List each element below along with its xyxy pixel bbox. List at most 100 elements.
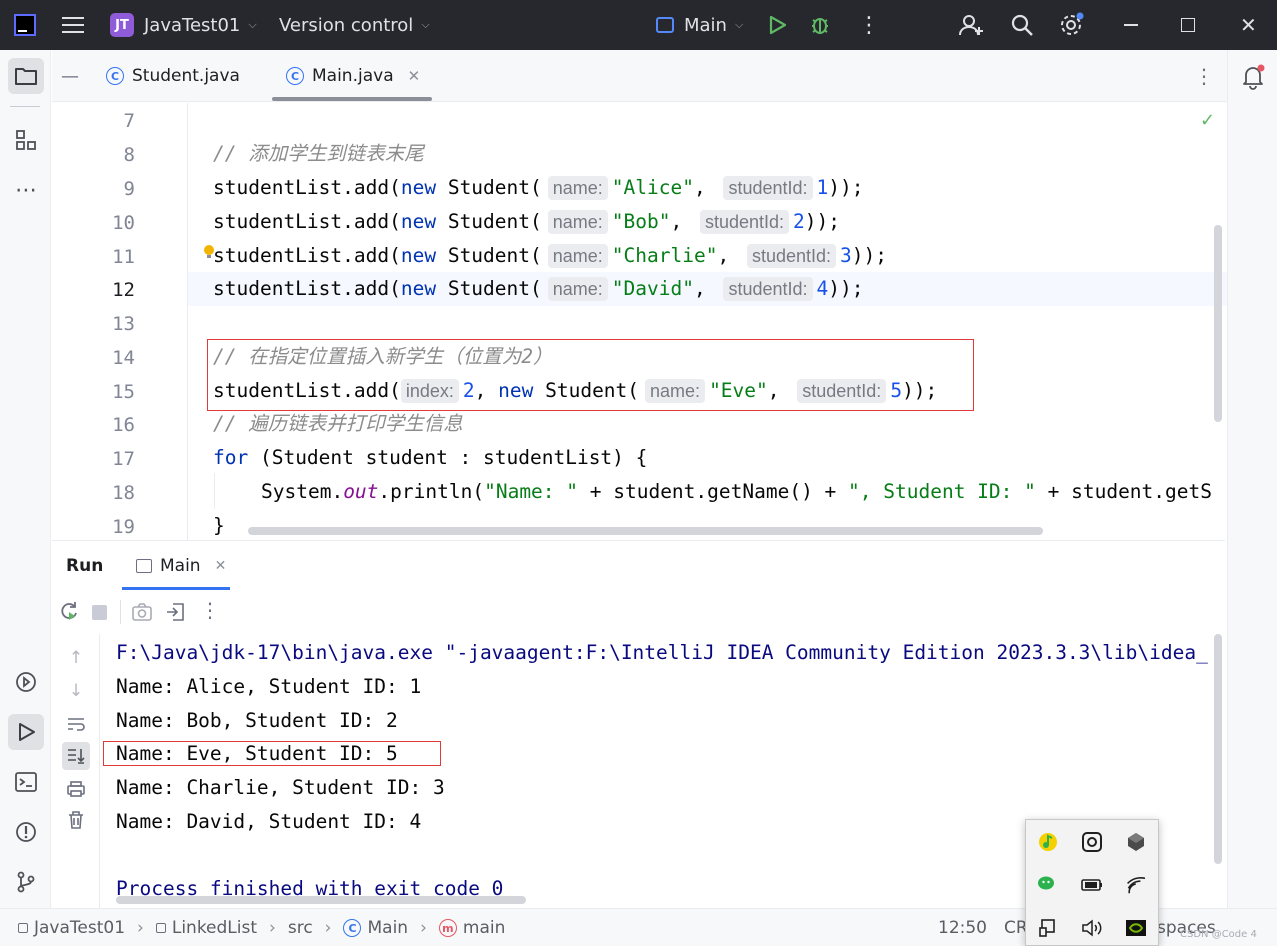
terminal-icon[interactable] — [8, 764, 44, 800]
string-literal: "Name: " — [484, 480, 579, 503]
class-icon: C — [286, 67, 304, 85]
git-icon[interactable] — [8, 864, 44, 900]
breadcrumb-item[interactable]: JavaTest01 — [34, 918, 125, 938]
exit-icon[interactable] — [165, 602, 185, 627]
app-cube-icon[interactable] — [1116, 822, 1156, 862]
code-token: Student( — [447, 244, 542, 267]
services-icon[interactable] — [8, 664, 44, 700]
more-actions-icon[interactable]: ⋮ — [200, 598, 220, 622]
minimize-icon[interactable] — [1124, 0, 1138, 50]
editor-vertical-scrollbar[interactable] — [1214, 225, 1222, 422]
tab-options-icon[interactable]: ⋮ — [1194, 50, 1214, 102]
wifi-icon[interactable] — [1116, 865, 1156, 905]
param-hint: name: — [547, 210, 608, 234]
rerun-icon[interactable] — [58, 600, 80, 627]
run-tab-main[interactable]: Main ✕ — [136, 541, 226, 591]
play-icon — [769, 15, 787, 35]
trash-icon[interactable] — [64, 808, 88, 832]
vcs-selector[interactable]: Version control ⌵ — [279, 0, 430, 50]
tab-main-java[interactable]: C Main.java ✕ — [286, 50, 420, 102]
code-token: studentList — [213, 244, 343, 267]
wechat-icon[interactable] — [1028, 865, 1068, 905]
run-config-selector[interactable]: Main ⌵ — [656, 0, 743, 50]
scroll-to-end-icon[interactable] — [62, 742, 90, 770]
title-bar: JT JavaTest01 ⌵ Version control ⌵ Main ⌵… — [0, 0, 1277, 50]
highlight-box-insert — [207, 339, 974, 411]
application-icon — [136, 559, 152, 573]
run-tool-icon[interactable] — [8, 714, 44, 750]
project-folder-icon[interactable] — [8, 58, 44, 94]
caret-position[interactable]: 12:50 — [938, 909, 987, 946]
line-number: 18 — [112, 482, 135, 504]
collapse-icon[interactable]: — — [52, 50, 88, 102]
intellij-logo-icon[interactable] — [14, 0, 36, 50]
breadcrumb-item[interactable]: LinkedList — [172, 918, 257, 938]
console-horizontal-scrollbar[interactable] — [116, 896, 526, 904]
tab-label: Student.java — [132, 66, 240, 86]
console-line: F:\Java\jdk-17\bin\java.exe "-javaagent:… — [116, 641, 1208, 664]
main-menu-icon[interactable] — [62, 0, 84, 50]
project-selector[interactable]: JT JavaTest01 ⌵ — [110, 0, 257, 50]
up-arrow-icon[interactable]: ↑ — [64, 646, 88, 670]
code-token: .println( — [378, 480, 485, 503]
down-arrow-icon[interactable]: ↓ — [64, 679, 88, 703]
number-literal: 4 — [816, 277, 829, 300]
class-icon: C — [343, 919, 362, 937]
code-token: studentList — [213, 210, 343, 233]
string-literal: ", Student ID: " — [848, 480, 1036, 503]
settings-gear-icon[interactable] — [1058, 0, 1084, 50]
project-name: JavaTest01 — [144, 14, 241, 36]
battery-icon[interactable] — [1072, 865, 1112, 905]
console-vertical-scrollbar[interactable] — [1214, 634, 1222, 864]
code-token: + student.getS — [1035, 480, 1212, 503]
run-button[interactable] — [766, 0, 788, 50]
search-icon[interactable] — [1010, 0, 1034, 50]
stop-icon[interactable] — [92, 605, 107, 620]
capture-tool-icon[interactable] — [1072, 822, 1112, 862]
tab-student-java[interactable]: C Student.java — [106, 50, 240, 102]
breadcrumb-item[interactable]: main — [463, 918, 505, 938]
problems-icon[interactable] — [8, 814, 44, 850]
structure-icon[interactable] — [8, 122, 44, 158]
notifications-bell-icon[interactable] — [1241, 64, 1265, 95]
debug-button[interactable] — [808, 0, 832, 50]
chevron-right-icon: › — [420, 918, 427, 938]
line-number: 19 — [112, 516, 135, 538]
print-icon[interactable] — [64, 777, 88, 801]
more-actions-icon[interactable]: ⋮ — [858, 0, 880, 50]
chevron-down-icon: ⌵ — [734, 18, 744, 31]
module-icon — [18, 923, 28, 933]
line-number: 8 — [123, 144, 135, 166]
code-editor[interactable]: // 添加学生到链表末尾 studentList.add(new Student… — [188, 103, 1228, 540]
code-token: studentList — [213, 176, 343, 199]
add-user-icon[interactable] — [958, 0, 984, 50]
keyword: for — [213, 446, 249, 469]
editor-horizontal-scrollbar[interactable] — [248, 527, 1043, 535]
line-number-gutter: 7 8 9 10 11 12 13 14 15 16 17 18 19 — [52, 103, 188, 540]
no-problems-check-icon[interactable]: ✓ — [1200, 110, 1215, 131]
close-tab-icon[interactable]: ✕ — [408, 67, 421, 85]
close-tab-icon[interactable]: ✕ — [215, 558, 227, 574]
param-hint: studentId: — [723, 176, 813, 200]
string-literal: "Alice" — [611, 176, 694, 199]
nvidia-icon[interactable] — [1116, 908, 1156, 946]
keyword: new — [400, 277, 437, 300]
left-tool-strip: ⋯ — [0, 50, 51, 908]
chevron-right-icon: › — [324, 918, 332, 938]
application-icon — [656, 17, 674, 33]
close-window-icon[interactable]: ✕ — [1240, 0, 1257, 50]
line-number: 17 — [112, 448, 135, 470]
system-tray-overflow — [1025, 819, 1159, 946]
code-line: for (Student student : studentList) { — [213, 441, 647, 475]
screen-connect-icon[interactable] — [1028, 908, 1068, 946]
camera-icon[interactable] — [131, 602, 153, 627]
volume-icon[interactable] — [1072, 908, 1112, 946]
breadcrumb-item[interactable]: src — [288, 918, 313, 938]
more-tools-icon[interactable]: ⋯ — [8, 172, 44, 208]
chevron-down-icon: ⌵ — [421, 18, 430, 31]
run-config-name: Main — [684, 14, 727, 36]
maximize-icon[interactable] — [1181, 0, 1195, 50]
soft-wrap-icon[interactable] — [64, 712, 88, 736]
qq-music-icon[interactable] — [1028, 822, 1068, 862]
breadcrumb-item[interactable]: Main — [367, 918, 408, 938]
